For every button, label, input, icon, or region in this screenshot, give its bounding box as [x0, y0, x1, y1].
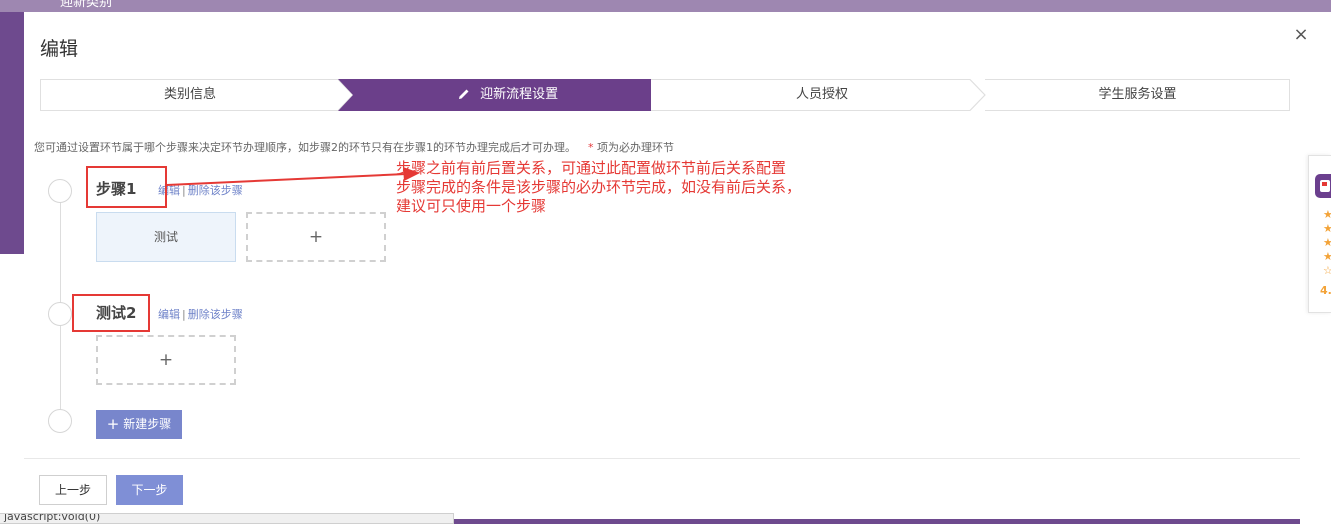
- footer-divider: [24, 458, 1300, 459]
- star-outline-icon: ☆: [1323, 264, 1331, 277]
- step-category-info[interactable]: 类别信息: [40, 79, 340, 111]
- new-step-label: 新建步骤: [123, 417, 172, 431]
- add-item-button[interactable]: +: [246, 212, 386, 262]
- add-item-button[interactable]: +: [96, 335, 236, 385]
- wizard-stepper: 类别信息 迎新流程设置 人员授权 学生服务设置: [40, 79, 1290, 111]
- timeline-node-3: [48, 409, 72, 433]
- annotation-line: 建议可只使用一个步骤: [396, 197, 547, 215]
- step-label: 迎新流程设置: [480, 87, 559, 102]
- new-step-button[interactable]: + 新建步骤: [96, 410, 182, 439]
- modal-title: 编辑: [40, 38, 79, 60]
- pencil-icon: [458, 81, 470, 113]
- timeline-node-2: [48, 302, 72, 326]
- delete-step-link[interactable]: 删除该步骤: [188, 184, 243, 197]
- hint-text: 您可通过设置环节属于哪个步骤来决定环节办理顺序，如步骤2的环节只有在步骤1的环节…: [34, 139, 674, 155]
- highlight-box-step1: [86, 166, 167, 208]
- star-icon: ★: [1323, 208, 1331, 221]
- highlight-box-step2: [72, 294, 150, 332]
- hint-main: 您可通过设置环节属于哪个步骤来决定环节办理顺序，如步骤2的环节只有在步骤1的环节…: [34, 141, 576, 154]
- required-mark: *: [588, 141, 594, 154]
- background-left-panel: [0, 12, 24, 254]
- step-label: 人员授权: [795, 87, 848, 102]
- link-separator: |: [182, 184, 186, 197]
- required-text: 项为必办理环节: [597, 141, 674, 154]
- delete-step-link[interactable]: 删除该步骤: [188, 308, 243, 321]
- star-icon: ★: [1323, 250, 1331, 263]
- background-header-text: 迎新类别: [60, 0, 113, 10]
- step-enrollment-flow[interactable]: 迎新流程设置: [353, 79, 663, 111]
- flow-step-actions-1: 编辑 | 删除该步骤: [158, 182, 243, 198]
- flow-step-actions-2: 编辑 | 删除该步骤: [158, 306, 243, 322]
- annotation-line: 步骤完成的条件是该步骤的必办环节完成，如没有前后关系，: [396, 178, 802, 196]
- background-header: 迎新类别: [0, 0, 1331, 12]
- flow-item-card[interactable]: 测试: [96, 212, 236, 262]
- plus-icon: +: [106, 415, 120, 433]
- edit-step-link[interactable]: 编辑: [158, 308, 180, 321]
- step-student-services[interactable]: 学生服务设置: [985, 79, 1290, 111]
- star-icon: ★: [1323, 222, 1331, 235]
- next-button[interactable]: 下一步: [116, 475, 183, 505]
- app-icon: [1315, 174, 1331, 198]
- link-separator: |: [182, 308, 186, 321]
- prev-button[interactable]: 上一步: [39, 475, 107, 505]
- annotation-line: 步骤之前有前后置关系，可通过此配置做环节前后关系配置: [396, 159, 787, 177]
- side-rating-widget[interactable]: ★ ★ ★ ★ ☆ 4.: [1308, 155, 1331, 313]
- step-label: 学生服务设置: [1098, 87, 1177, 102]
- timeline-node-1: [48, 179, 72, 203]
- edit-modal: 编辑 × 类别信息 迎新流程设置 人员授权 学生服务设置 您可通过设置环节属于哪…: [24, 12, 1309, 519]
- annotation-text: 步骤之前有前后置关系，可通过此配置做环节前后关系配置 步骤完成的条件是该步骤的必…: [396, 159, 801, 216]
- rating-value: 4.: [1320, 284, 1331, 297]
- status-url: javascript:void(0): [4, 513, 101, 523]
- browser-status-bar: javascript:void(0): [0, 513, 454, 524]
- step-personnel-auth[interactable]: 人员授权: [666, 79, 978, 111]
- close-icon[interactable]: ×: [1292, 26, 1310, 44]
- step-label: 类别信息: [163, 87, 216, 102]
- star-icon: ★: [1323, 236, 1331, 249]
